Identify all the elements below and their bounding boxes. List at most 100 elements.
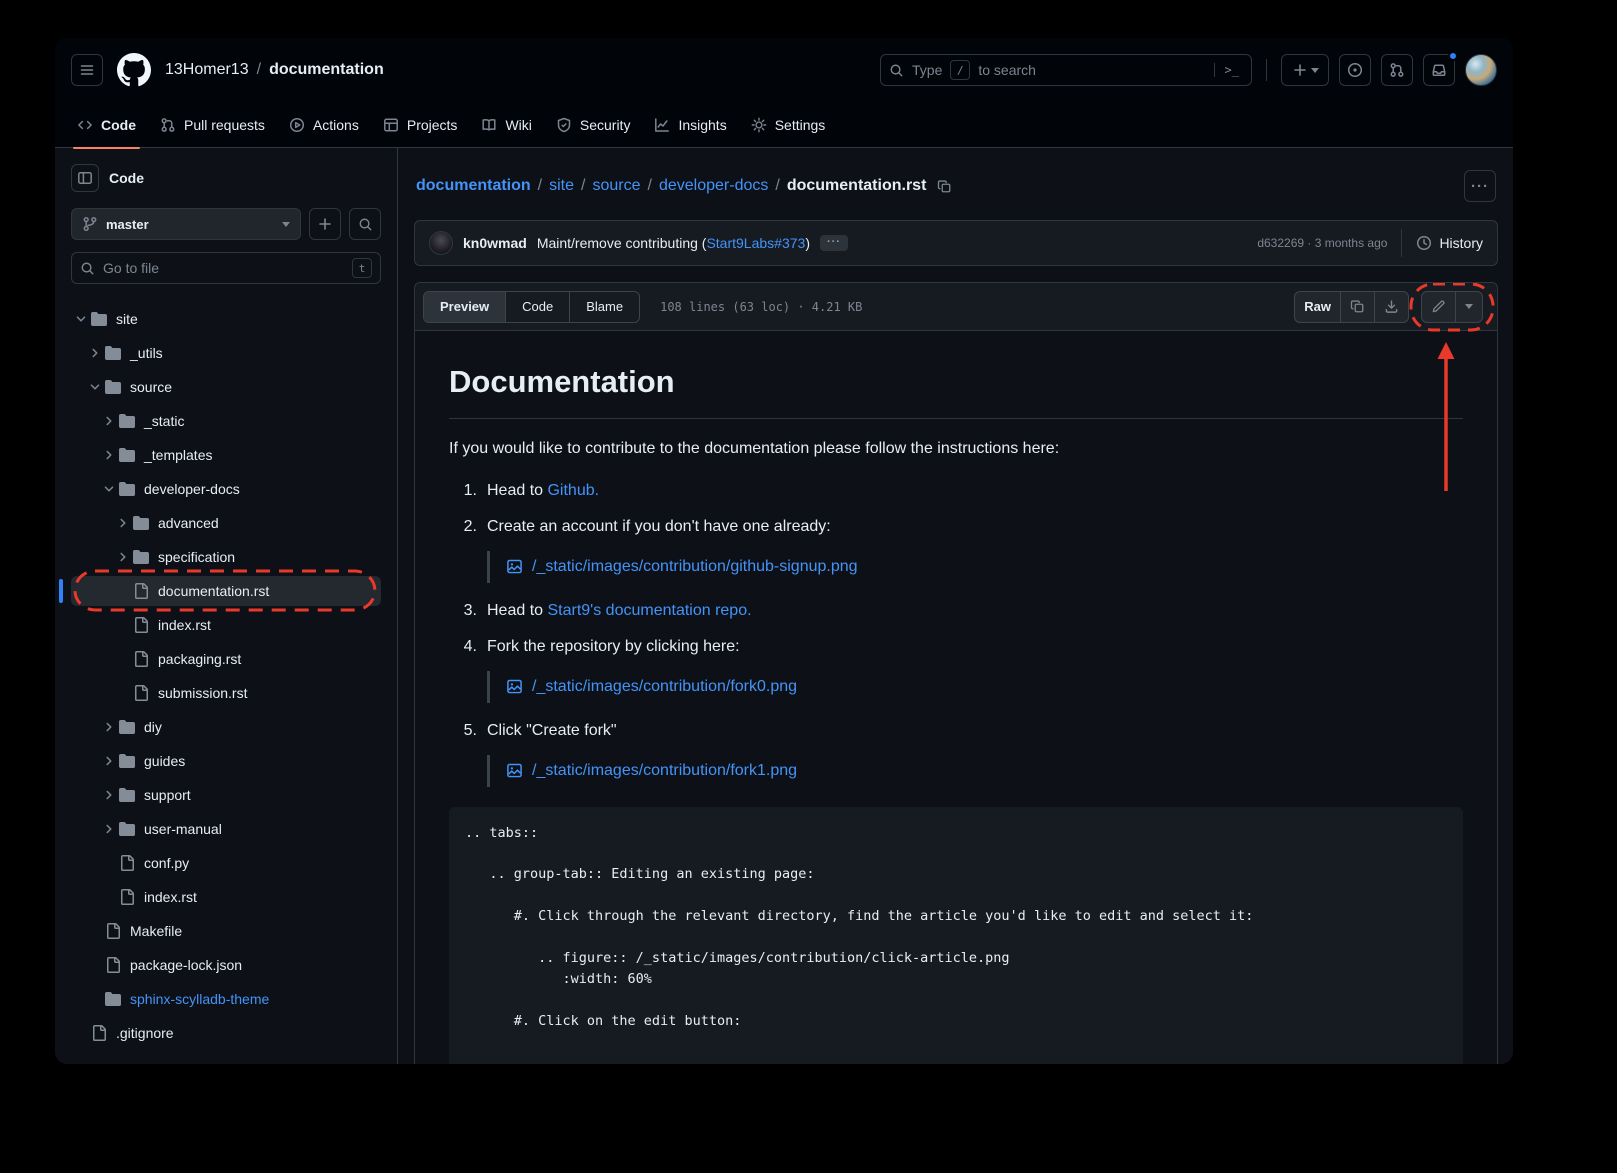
tree-item-developer-docs[interactable]: developer-docs [71, 474, 381, 504]
chevron-icon [85, 346, 105, 360]
book-icon [481, 117, 497, 133]
step-text: Fork the repository by clicking here: [487, 635, 740, 659]
tree-item-conf.py[interactable]: conf.py [71, 848, 381, 878]
instruction-step: 2. Create an account if you don't have o… [449, 515, 1463, 583]
global-search-input[interactable]: Type / to search >_ [880, 54, 1252, 86]
tab-code-view[interactable]: Code [505, 292, 569, 322]
go-to-file-input[interactable]: Go to file t [71, 252, 381, 284]
repo-owner-link[interactable]: 13Homer13 [165, 61, 249, 79]
list-number: 5. [453, 719, 477, 743]
tree-item-label: package-lock.json [130, 957, 242, 973]
item-type-icon [105, 379, 121, 395]
search-tree-button[interactable] [349, 208, 381, 240]
tab-pull-requests[interactable]: Pull requests [148, 102, 277, 148]
instruction-step: 1. Head to Github. [449, 479, 1463, 503]
collapse-sidebar-button[interactable] [71, 164, 99, 192]
tree-item-_utils[interactable]: _utils [71, 338, 381, 368]
pull-requests-button[interactable] [1381, 54, 1413, 86]
tree-item-_static[interactable]: _static [71, 406, 381, 436]
breadcrumb-current-file: documentation.rst [787, 177, 927, 195]
history-button[interactable]: History [1401, 229, 1483, 257]
pencil-icon [1431, 299, 1446, 314]
tab-projects[interactable]: Projects [371, 102, 470, 148]
file-view: Preview Code Blame 108 lines (63 loc) · … [414, 282, 1498, 1064]
instruction-step: 5. Click "Create fork" /_static/images/c… [449, 719, 1463, 787]
commit-author-avatar[interactable] [429, 231, 453, 255]
tree-item-advanced[interactable]: advanced [71, 508, 381, 538]
breadcrumb-link[interactable]: source [592, 177, 640, 195]
tree-item-submission.rst[interactable]: submission.rst [71, 678, 381, 708]
branch-selector[interactable]: master [71, 208, 301, 240]
tree-item-source[interactable]: source [71, 372, 381, 402]
new-file-button[interactable] [309, 208, 341, 240]
context-breadcrumb: 13Homer13 / documentation [165, 61, 384, 79]
tree-item-diy[interactable]: diy [71, 712, 381, 742]
inbox-icon [1431, 62, 1447, 78]
go-to-file-placeholder: Go to file [103, 260, 159, 276]
tab-label: Settings [775, 117, 826, 133]
tab-settings[interactable]: Settings [739, 102, 838, 148]
edit-file-button[interactable] [1422, 292, 1455, 322]
tree-item-.gitignore[interactable]: .gitignore [71, 1018, 381, 1048]
tree-item-packaging.rst[interactable]: packaging.rst [71, 644, 381, 674]
create-new-button[interactable] [1281, 54, 1329, 86]
tree-item-user-manual[interactable]: user-manual [71, 814, 381, 844]
tab-insights[interactable]: Insights [642, 102, 738, 148]
commit-author[interactable]: kn0wmad [463, 235, 527, 251]
commit-sha-and-time[interactable]: d632269 · 3 months ago [1257, 236, 1387, 250]
shield-icon [556, 117, 572, 133]
tree-item-site[interactable]: site [71, 304, 381, 334]
breadcrumb-separator: / [775, 177, 779, 195]
raw-button[interactable]: Raw [1295, 292, 1340, 322]
tree-item-documentation.rst[interactable]: documentation.rst [71, 576, 381, 606]
issues-button[interactable] [1339, 54, 1371, 86]
tree-item-index.rst[interactable]: index.rst [71, 882, 381, 912]
tab-wiki[interactable]: Wiki [469, 102, 543, 148]
command-palette-icon[interactable]: >_ [1214, 63, 1243, 77]
item-type-icon [91, 1025, 107, 1041]
breadcrumb-link[interactable]: documentation [416, 177, 531, 195]
tree-item-label: sphinx-scylladb-theme [130, 991, 269, 1007]
tree-item-support[interactable]: support [71, 780, 381, 810]
hamburger-menu-button[interactable] [71, 54, 103, 86]
caret-down-icon [282, 222, 290, 227]
tree-item-guides[interactable]: guides [71, 746, 381, 776]
tree-item-Makefile[interactable]: Makefile [71, 916, 381, 946]
edit-dropdown-button[interactable] [1455, 292, 1482, 322]
tab-blame[interactable]: Blame [569, 292, 639, 322]
inline-link[interactable]: Start9's documentation repo. [547, 602, 751, 619]
broken-image-icon [506, 558, 523, 575]
code-block[interactable]: .. tabs:: .. group-tab:: Editing an exis… [449, 807, 1463, 1065]
commit-expand-button[interactable]: ··· [820, 235, 848, 250]
tree-item-_templates[interactable]: _templates [71, 440, 381, 470]
tree-item-sphinx-scylladb-theme[interactable]: sphinx-scylladb-theme [71, 984, 381, 1014]
tree-item-index.rst[interactable]: index.rst [71, 610, 381, 640]
image-blockquote: /_static/images/contribution/fork0.png [487, 671, 1463, 703]
tab-preview[interactable]: Preview [424, 292, 505, 322]
download-button[interactable] [1374, 292, 1408, 322]
inline-link[interactable]: Github. [547, 482, 599, 499]
github-logo[interactable] [117, 53, 151, 87]
repo-name-link[interactable]: documentation [269, 61, 384, 79]
commit-pr-link[interactable]: Start9Labs#373 [706, 235, 805, 251]
copy-path-icon[interactable] [937, 179, 952, 194]
tab-code[interactable]: Code [65, 102, 148, 148]
copy-raw-button[interactable] [1340, 292, 1374, 322]
tab-actions[interactable]: Actions [277, 102, 371, 148]
tree-item-specification[interactable]: specification [71, 542, 381, 572]
code-icon [77, 117, 93, 133]
tree-item-label: advanced [158, 515, 219, 531]
breadcrumb-link[interactable]: site [549, 177, 574, 195]
chevron-icon [99, 788, 119, 802]
image-link[interactable]: /_static/images/contribution/fork1.png [532, 759, 797, 783]
user-avatar[interactable] [1465, 54, 1497, 86]
breadcrumb-separator: / [538, 177, 542, 195]
tree-item-package-lock.json[interactable]: package-lock.json [71, 950, 381, 980]
page-kebab-menu-button[interactable]: ··· [1464, 170, 1496, 202]
image-link[interactable]: /_static/images/contribution/fork0.png [532, 675, 797, 699]
breadcrumb-link[interactable]: developer-docs [659, 177, 768, 195]
inbox-button[interactable] [1423, 54, 1455, 86]
tab-security[interactable]: Security [544, 102, 643, 148]
tree-item-label: submission.rst [158, 685, 247, 701]
image-link[interactable]: /_static/images/contribution/github-sign… [532, 555, 858, 579]
